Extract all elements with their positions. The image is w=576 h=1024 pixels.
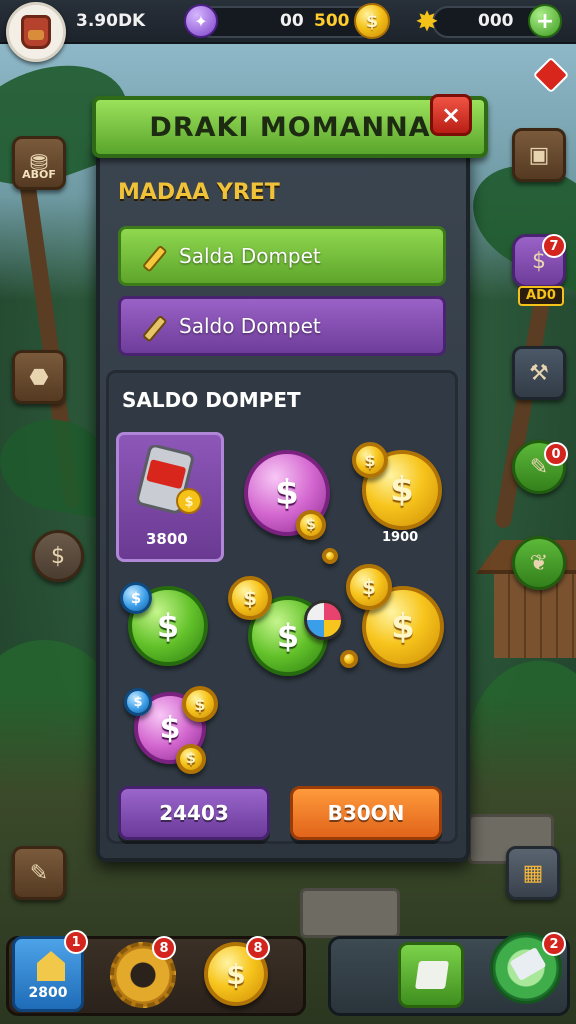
small-gold-coin-icon: $ bbox=[296, 510, 326, 540]
player-value: 3.90DK bbox=[76, 11, 146, 31]
pencil-icon bbox=[143, 245, 167, 272]
offer-badge: 7 bbox=[542, 234, 566, 258]
paper-icon bbox=[415, 961, 449, 989]
hammer-icon: ⚒ bbox=[529, 360, 549, 386]
add-currency-button[interactable]: + bbox=[528, 4, 562, 38]
option-label: Salda Dompet bbox=[179, 244, 321, 268]
phone-card-icon: $ bbox=[137, 445, 202, 514]
blue-coin-icon: $ bbox=[124, 688, 152, 716]
pet-button[interactable]: ❦ bbox=[512, 536, 566, 590]
blue-coin-icon: $ bbox=[120, 582, 152, 614]
coins-badge: 8 bbox=[246, 936, 270, 960]
messages-button[interactable] bbox=[398, 942, 464, 1008]
section-label: MADAA YRET bbox=[118, 180, 280, 205]
bag-icon bbox=[21, 15, 51, 49]
tools-button[interactable]: ✎ bbox=[12, 846, 66, 900]
rewards-badge: 2 bbox=[542, 932, 566, 956]
option-salda-dompet[interactable]: Salda Dompet bbox=[118, 226, 446, 286]
coin-value: 1900 bbox=[382, 530, 419, 545]
coin-slot-button[interactable]: $ bbox=[32, 530, 84, 582]
tiny-gold-coin-icon bbox=[322, 548, 338, 564]
offer-price-tag: AD0 bbox=[518, 286, 564, 306]
energy-icon: ✦ bbox=[184, 4, 218, 38]
value-button[interactable]: 24403 bbox=[118, 786, 270, 840]
small-gold-coin-icon: $ bbox=[182, 686, 218, 722]
small-gold-coin-icon: $ bbox=[176, 744, 206, 774]
shop-barrel-button[interactable]: ⛃ ABOF bbox=[12, 136, 66, 190]
dollar-icon: $ bbox=[51, 543, 65, 569]
dialog-title: DRAKI MOMANNA bbox=[92, 96, 488, 158]
stone-slab bbox=[300, 888, 400, 938]
crate-button[interactable]: ▦ bbox=[506, 846, 560, 900]
small-gold-coin-icon: $ bbox=[228, 576, 272, 620]
quest-badge: 0 bbox=[544, 442, 568, 466]
small-gold-coin-icon: $ bbox=[352, 442, 388, 478]
home-badge: 1 bbox=[64, 930, 88, 954]
build-button[interactable]: ⚒ bbox=[512, 346, 566, 400]
star-shard-icon: ✸ bbox=[415, 4, 439, 38]
svg-text:$: $ bbox=[184, 495, 193, 510]
inventory-button[interactable]: ▣ bbox=[512, 128, 566, 182]
card-icon bbox=[509, 946, 547, 982]
counter-a: 00 bbox=[280, 11, 304, 31]
wallet-title: SALDO DOMPET bbox=[122, 388, 301, 412]
tiny-gold-coin-icon bbox=[340, 650, 358, 668]
home-label: 2800 bbox=[28, 985, 68, 1001]
shop-barrel-label: ABOF bbox=[22, 168, 56, 181]
scroll-icon: ✎ bbox=[29, 860, 49, 886]
close-button[interactable]: × bbox=[430, 94, 472, 136]
color-wheel-icon bbox=[304, 600, 344, 640]
counter-b: 000 bbox=[478, 11, 514, 31]
confirm-button[interactable]: B30ON bbox=[290, 786, 442, 840]
chest-icon: ▣ bbox=[528, 142, 550, 168]
option-saldo-dompet[interactable]: Saldo Dompet bbox=[118, 296, 446, 356]
crate-icon: ▦ bbox=[522, 860, 544, 886]
gear-badge: 8 bbox=[152, 936, 176, 960]
item-value: 3800 bbox=[146, 530, 188, 548]
pencil-icon bbox=[143, 315, 167, 342]
player-avatar[interactable] bbox=[6, 2, 66, 62]
option-label: Saldo Dompet bbox=[179, 314, 321, 338]
boot-icon: ⬣ bbox=[29, 364, 49, 390]
shell-icon: ❦ bbox=[529, 550, 549, 576]
gold-value: 500 bbox=[314, 11, 350, 31]
small-gold-coin-icon: $ bbox=[346, 564, 392, 610]
gold-coin-icon: $ bbox=[354, 3, 390, 39]
map-button[interactable]: ⬣ bbox=[12, 350, 66, 404]
house-icon bbox=[37, 951, 65, 981]
